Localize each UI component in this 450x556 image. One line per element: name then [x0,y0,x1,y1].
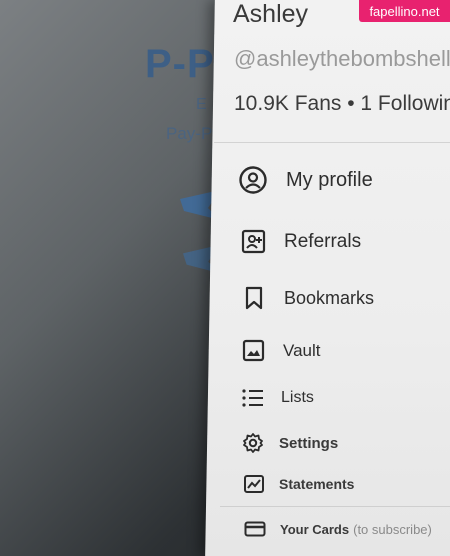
vault-image-icon [242,339,265,362]
profile-name[interactable]: Ashley [233,0,308,29]
watermark-badge: fapellino.net [359,0,450,22]
menu-item-label: Vault [283,340,321,360]
card-icon [244,521,266,537]
menu-item-bookmarks[interactable]: Bookmarks [241,285,374,311]
user-circle-icon [239,166,267,194]
menu-item-label: Your Cards [280,521,350,537]
side-menu-panel [205,0,450,556]
menu-item-label: My profile [286,168,373,191]
menu-item-label: Settings [279,434,339,452]
menu-item-label: Referrals [284,231,362,252]
menu-item-lists[interactable]: Lists [241,387,314,409]
profile-handle: @ashleythebombshell [234,46,450,71]
menu-item-referrals[interactable]: Referrals [240,228,361,256]
list-icon [242,389,263,407]
menu-item-statements[interactable]: Statements [243,474,354,494]
menu-item-label: Statements [279,476,355,492]
menu-item-note: (to subscribe) [353,521,432,537]
referral-icon [241,229,266,254]
menu-item-my-profile[interactable]: My profile [238,165,373,195]
divider [214,142,450,143]
divider [220,506,450,507]
menu-item-settings[interactable]: Settings [242,432,338,454]
background-text-line: Pay-P [166,124,213,143]
profile-stats[interactable]: 10.9K Fans • 1 Following [234,92,450,116]
background-logo-text: P-P [145,42,215,86]
menu-item-your-cards[interactable]: Your Cards (to subscribe) [244,521,432,537]
bookmark-icon [245,286,263,310]
background-text-line: E [196,96,207,113]
chart-icon [244,475,264,493]
menu-item-label: Bookmarks [284,287,375,308]
menu-item-vault[interactable]: Vault [241,338,321,363]
menu-item-label: Lists [281,389,314,406]
gear-icon [243,433,263,453]
